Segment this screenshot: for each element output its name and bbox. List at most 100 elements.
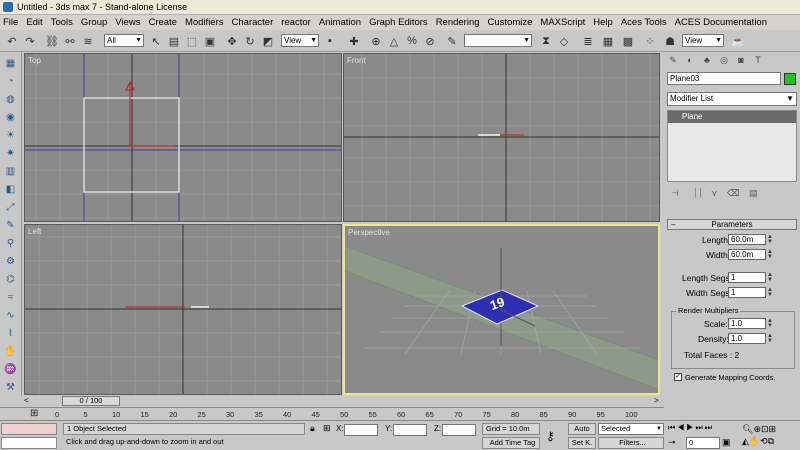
menu-item-tools[interactable]: Tools [51, 17, 73, 28]
menu-item-character[interactable]: Character [232, 17, 274, 28]
box-icon[interactable]: ◧ [3, 184, 18, 198]
menu-item-aces-tools[interactable]: Aces Tools [621, 17, 667, 28]
hammer-icon[interactable]: ⚒ [3, 382, 18, 396]
cube-icon[interactable]: ▥ [3, 166, 18, 180]
selection-filter-dropdown[interactable]: All ▼ [104, 34, 144, 47]
go-to-start-icon[interactable]: ⏮ [668, 423, 677, 432]
sphere-icon[interactable]: ◍ [3, 94, 18, 108]
z-coord-input[interactable] [442, 424, 476, 436]
align-icon[interactable]: ◇ [556, 33, 572, 49]
viewport-perspective-label[interactable]: Perspective [348, 228, 390, 237]
x-coord-input[interactable] [344, 424, 378, 436]
pin-stack-icon[interactable]: ⊣ [671, 188, 679, 199]
menu-item-aces-documentation[interactable]: ACES Documentation [675, 17, 767, 28]
render-scene-icon[interactable]: ☗ [662, 33, 678, 49]
unlink-icon[interactable]: ⚯ [62, 33, 78, 49]
wave-icon[interactable]: ∿ [3, 310, 18, 324]
select-object-icon[interactable]: ↖ [148, 33, 164, 49]
menu-item-group[interactable]: Group [81, 17, 107, 28]
render-view-dropdown[interactable]: View ▼ [682, 34, 724, 47]
go-to-end-icon[interactable]: ⏭ [705, 423, 714, 432]
window-crossing-icon[interactable]: ▣ [202, 33, 218, 49]
menu-item-rendering[interactable]: Rendering [436, 17, 480, 28]
spinner-arrows-icon[interactable]: ▲ ▼ [767, 249, 773, 260]
key-filters-button[interactable]: Filters... [598, 437, 664, 449]
angle-snap-icon[interactable]: △ [386, 33, 402, 49]
scale-spinner[interactable]: 1.0 ▲ ▼ [728, 318, 773, 329]
schematic-view-icon[interactable]: ▩ [620, 33, 636, 49]
stack-item-plane[interactable]: Plane [668, 111, 796, 123]
next-frame-icon[interactable]: > [654, 396, 659, 405]
menu-item-maxscript[interactable]: MAXScript [540, 17, 585, 28]
auto-key-button[interactable]: Auto [568, 423, 596, 435]
create-tab-icon[interactable]: ✎ [666, 55, 680, 68]
display-tab-icon[interactable]: ◙ [734, 55, 748, 68]
menu-item-edit[interactable]: Edit [26, 17, 42, 28]
material-editor-icon[interactable]: ⁘ [642, 33, 658, 49]
track-bar-icon[interactable]: ⊞ [30, 408, 38, 419]
menu-item-reactor[interactable]: reactor [281, 17, 311, 28]
mirror-icon[interactable]: ⧗ [538, 33, 554, 49]
transform-type-in-icon[interactable]: ⊞ [323, 423, 331, 434]
menu-item-customize[interactable]: Customize [488, 17, 533, 28]
prev-frame-icon[interactable]: < [24, 396, 29, 405]
knot-icon[interactable]: ♒ [3, 364, 18, 378]
time-slider[interactable]: 0 / 100 [62, 396, 120, 406]
show-end-result-icon[interactable]: ⏐⏐ [693, 188, 703, 199]
viewport-front[interactable]: Front [343, 53, 660, 222]
named-sel-sets-icon[interactable]: ✎ [444, 33, 460, 49]
viewport-front-label[interactable]: Front [347, 56, 366, 65]
viewport-perspective[interactable]: 19 Perspective [343, 224, 660, 395]
zoom-extents-icon[interactable]: ⊡ [761, 424, 769, 434]
star-icon[interactable]: ✷ [3, 148, 18, 162]
menu-item-help[interactable]: Help [593, 17, 613, 28]
gear-icon[interactable]: ⚙ [3, 256, 18, 270]
viewport-left-label[interactable]: Left [28, 227, 41, 236]
set-key-button[interactable]: Set K. [568, 437, 596, 449]
modify-tab-icon[interactable]: ◐ [683, 55, 697, 68]
spinner-arrows-icon[interactable]: ▲ ▼ [767, 333, 773, 344]
hand-icon[interactable]: ✋ [3, 346, 18, 360]
motion-tab-icon[interactable]: ◎ [717, 55, 731, 68]
menu-item-create[interactable]: Create [148, 17, 177, 28]
spinner-arrows-icon[interactable]: ▲ ▼ [767, 318, 773, 329]
wrench-icon[interactable]: ⚲ [3, 238, 18, 252]
length-spinner[interactable]: 60.0m ▲ ▼ [728, 234, 773, 245]
cloth-icon[interactable]: ⌇ [3, 328, 18, 342]
key-filter-dropdown[interactable]: Selected ▼ [598, 423, 664, 435]
time-config-icon[interactable]: ▣ [722, 437, 731, 448]
curve-editor-icon[interactable]: ▦ [600, 33, 616, 49]
percent-snap-icon[interactable]: % [404, 33, 420, 49]
key-icon[interactable]: ⚷ [546, 429, 555, 443]
next-key-icon[interactable]: ⏭ [695, 423, 704, 432]
remove-modifier-icon[interactable]: ⌫ [727, 188, 740, 199]
lock-icon[interactable]: 🔒︎ [310, 423, 315, 434]
snap-icon[interactable]: ⊕ [368, 33, 384, 49]
select-by-name-icon[interactable]: ▤ [166, 33, 182, 49]
rect-selection-icon[interactable]: ⬚ [184, 33, 200, 49]
width-segs-spinner[interactable]: 1 ▲ ▼ [728, 287, 773, 298]
arc-rotate-icon[interactable]: ⟲ [760, 436, 768, 446]
wind-icon[interactable]: ≈ [3, 292, 18, 306]
ref-coord-dropdown[interactable]: View ▼ [281, 34, 319, 47]
field-of-view-icon[interactable]: ◭ [742, 436, 749, 446]
menu-item-modifiers[interactable]: Modifiers [185, 17, 224, 28]
cylinder-icon[interactable]: ⌬ [3, 274, 18, 288]
current-frame-field[interactable]: 0 [686, 437, 720, 449]
make-unique-icon[interactable]: ⋎ [711, 188, 718, 199]
density-spinner[interactable]: 1.0 ▲ ▼ [728, 333, 773, 344]
menu-item-file[interactable]: File [3, 17, 18, 28]
modifier-list-dropdown[interactable]: Modifier List ▼ [667, 92, 797, 106]
undo-icon[interactable]: ↶ [4, 33, 20, 49]
utilities-tab-icon[interactable]: T [751, 55, 765, 68]
maximize-viewport-icon[interactable]: ⧉ [768, 436, 774, 446]
add-time-tag-button[interactable]: Add Time Tag [482, 437, 540, 449]
scale-icon[interactable]: ◩ [260, 33, 276, 49]
maxscript-listener-top[interactable] [1, 423, 57, 435]
ring-icon[interactable]: ◉ [3, 112, 18, 126]
paint-icon[interactable]: ✎ [3, 220, 18, 234]
viewport-top[interactable]: Top [24, 53, 342, 222]
viewport-left[interactable]: Left [24, 224, 342, 395]
grid-icon[interactable]: ▦ [3, 58, 18, 72]
object-color-swatch[interactable] [784, 73, 796, 85]
